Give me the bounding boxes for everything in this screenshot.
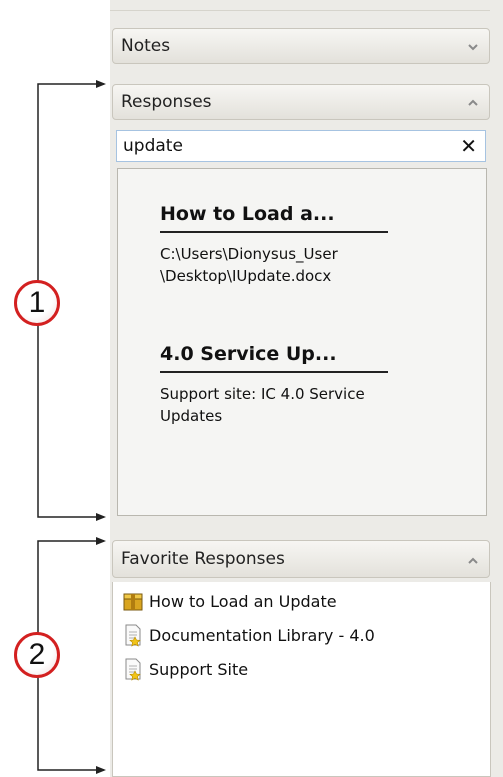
favorite-label: Support Site xyxy=(149,659,249,679)
responses-search-box[interactable]: ✕ xyxy=(116,130,486,162)
result-description: C:\Users\Dionysus_User \Desktop\IUpdate.… xyxy=(160,245,338,285)
clear-search-icon[interactable]: ✕ xyxy=(460,134,477,158)
callout-two: 2 xyxy=(14,632,60,678)
result-title[interactable]: How to Load a... xyxy=(160,203,388,233)
notes-section-header[interactable]: Notes xyxy=(112,28,490,64)
result-card[interactable]: 4.0 Service Up... Support site: IC 4.0 S… xyxy=(160,343,388,427)
result-card[interactable]: How to Load a... C:\Users\Dionysus_User … xyxy=(160,203,388,287)
top-divider xyxy=(110,0,490,11)
arrow-head-icon xyxy=(96,766,106,774)
document-star-icon xyxy=(125,658,141,681)
favorites-list: How to Load an Update Documentation Libr… xyxy=(112,582,491,777)
result-title[interactable]: 4.0 Service Up... xyxy=(160,343,388,373)
document-star-icon xyxy=(125,624,141,647)
chevron-up-icon[interactable] xyxy=(467,555,479,567)
responses-search-input[interactable] xyxy=(123,135,443,157)
arrow-head-icon xyxy=(96,80,106,88)
chevron-down-icon[interactable] xyxy=(467,41,479,53)
responses-results-pane: How to Load a... C:\Users\Dionysus_User … xyxy=(117,168,487,516)
chevron-up-icon[interactable] xyxy=(467,97,479,109)
favorite-item[interactable]: Documentation Library - 4.0 xyxy=(121,622,375,648)
responses-section-header[interactable]: Responses xyxy=(112,84,490,120)
responses-section-title: Responses xyxy=(121,92,212,112)
favorite-label: How to Load an Update xyxy=(149,591,337,611)
package-icon xyxy=(123,593,143,611)
favorites-section-title: Favorite Responses xyxy=(121,549,285,569)
notes-section-title: Notes xyxy=(121,36,171,56)
callout-one: 1 xyxy=(14,280,60,326)
favorite-item[interactable]: How to Load an Update xyxy=(121,588,337,614)
favorite-item[interactable]: Support Site xyxy=(121,656,248,682)
result-description: Support site: IC 4.0 Service Updates xyxy=(160,385,365,425)
favorites-section-header[interactable]: Favorite Responses xyxy=(112,540,490,578)
arrow-head-icon xyxy=(96,513,106,521)
arrow-head-icon xyxy=(96,537,106,545)
favorite-label: Documentation Library - 4.0 xyxy=(149,625,375,645)
